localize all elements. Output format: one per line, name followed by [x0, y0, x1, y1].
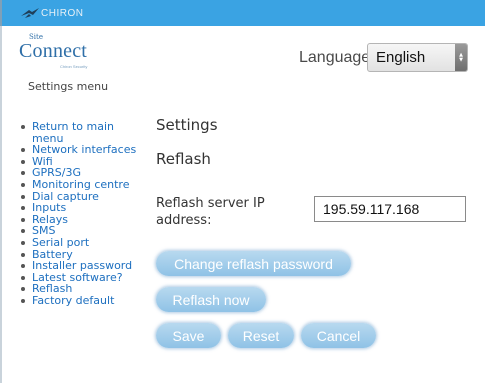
reflash-server-ip-label: Reflash server IP address:: [156, 196, 265, 228]
chiron-logo-icon: [21, 7, 39, 18]
section-title: Reflash: [156, 150, 211, 168]
language-value: English: [376, 49, 426, 66]
chiron-logo: CHIRON: [20, 6, 83, 20]
cancel-button[interactable]: Cancel: [301, 323, 376, 348]
settings-menu: Return to main menu Network interfaces W…: [20, 121, 140, 307]
reset-button[interactable]: Reset: [228, 323, 294, 348]
top-bar: CHIRON: [0, 0, 485, 26]
save-button[interactable]: Save: [156, 323, 221, 348]
language-select[interactable]: English ▲ ▼: [367, 43, 468, 72]
language-label: Language:: [299, 49, 375, 66]
reflash-server-ip-input[interactable]: [314, 196, 466, 222]
sidebar-item-label[interactable]: Return to main menu: [32, 120, 114, 145]
page-title: Settings: [156, 116, 218, 134]
page-edge: [0, 26, 2, 383]
settings-page: CHIRON Site Connect Chiron Security Lang…: [0, 0, 485, 383]
sidebar-item-label[interactable]: Factory default: [32, 294, 114, 307]
brand-name: CHIRON: [41, 7, 84, 19]
site-connect-logo: Site Connect Chiron Security: [19, 33, 99, 69]
logo-main-text: Connect: [19, 40, 88, 62]
reflash-now-button[interactable]: Reflash now: [156, 287, 266, 312]
settings-menu-title: Settings menu: [28, 80, 109, 93]
logo-tagline: Chiron Security: [60, 64, 88, 69]
sidebar-item-return-to-main-menu[interactable]: Return to main menu: [20, 121, 140, 144]
select-arrows-icon: ▲ ▼: [455, 44, 467, 71]
change-reflash-password-button[interactable]: Change reflash password: [156, 251, 351, 276]
sidebar-item-factory-default[interactable]: Factory default: [20, 295, 140, 307]
